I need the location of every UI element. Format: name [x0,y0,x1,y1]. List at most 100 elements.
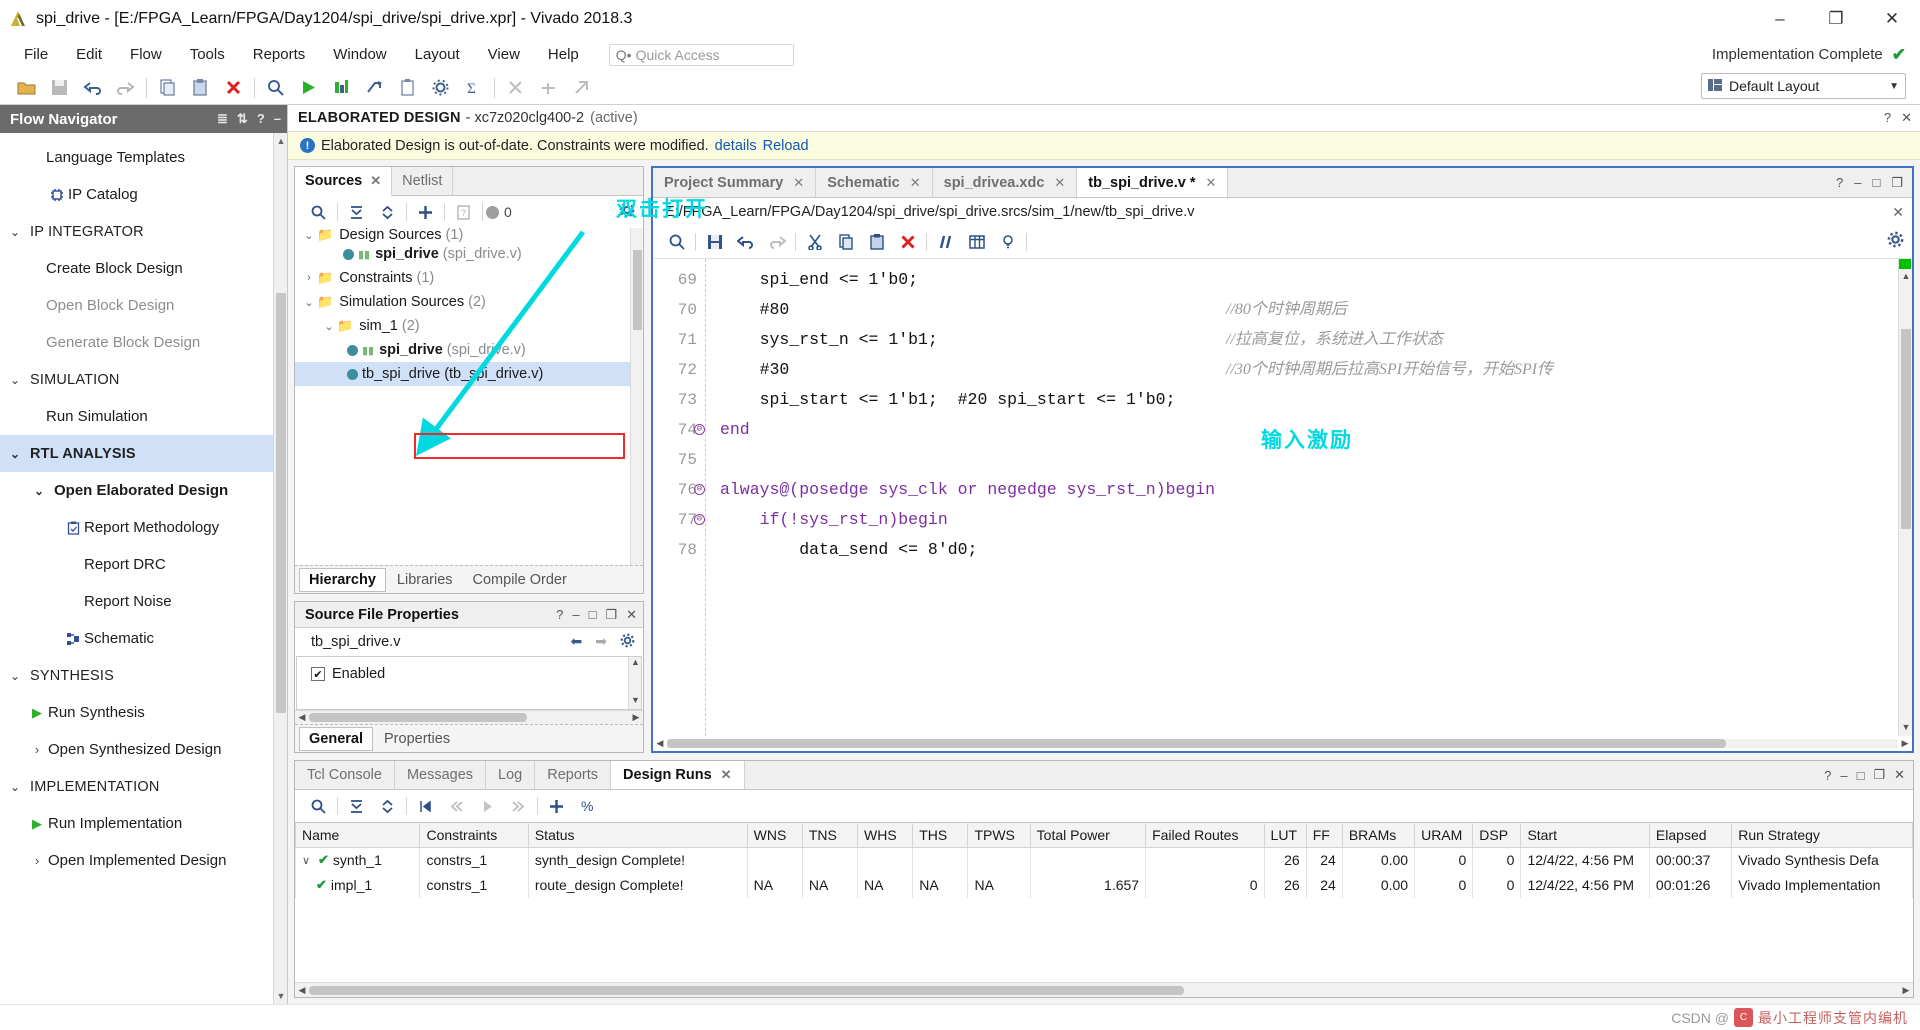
tab-design-runs[interactable]: Design Runs ✕ [611,761,745,789]
minimize-button[interactable]: – [1752,0,1808,38]
sidebar-section-rtl-analysis[interactable]: ⌄ RTL ANALYSIS [0,435,287,472]
close-icon[interactable]: ✕ [793,175,804,191]
chevron-down-icon[interactable]: ∨ [302,854,314,867]
scroll-down-icon[interactable]: ▼ [1899,722,1912,736]
sources-tree[interactable]: ⌄ 📁 Design Sources (1) ▮▮ spi_drive (spi… [295,228,643,565]
col-dsp[interactable]: DSP [1472,822,1522,848]
fold-toggle-icon[interactable]: ⊖ [694,514,705,525]
col-tpws[interactable]: TPWS [967,822,1031,848]
tab-tcl-console[interactable]: Tcl Console [295,761,395,789]
sidebar-section-implementation[interactable]: ⌄ IMPLEMENTATION [0,768,287,805]
close-icon[interactable]: ✕ [1894,767,1905,783]
scrollbar-thumb[interactable] [309,713,527,722]
menu-window[interactable]: Window [319,43,400,66]
sidebar-section-simulation[interactable]: ⌄ SIMULATION [0,361,287,398]
close-icon[interactable]: ✕ [370,173,381,189]
sidebar-item-run-synthesis[interactable]: ▶ Run Synthesis [0,694,287,731]
banner-reload-link[interactable]: Reload [763,138,809,154]
undo-icon[interactable] [76,73,109,103]
tab-project-summary[interactable]: Project Summary ✕ [653,168,817,197]
scrollbar-thumb[interactable] [276,293,286,713]
scroll-right-icon[interactable]: ▶ [1899,985,1913,996]
scroll-left-icon[interactable]: ◀ [653,738,667,749]
col-name[interactable]: Name [295,822,421,848]
copy-icon[interactable] [830,228,861,256]
close-button[interactable]: ✕ [1864,0,1920,38]
settings-icon[interactable] [424,73,457,103]
tab-netlist[interactable]: Netlist [392,167,454,195]
find-icon[interactable] [661,228,692,256]
sidebar-item-schematic[interactable]: Schematic [0,620,287,657]
redo-icon[interactable] [109,73,142,103]
clipboard-icon[interactable] [391,73,424,103]
flow-navigator-scrollbar[interactable]: ▲ ▼ [273,133,287,1004]
code-vertical-scrollbar[interactable]: ▲ ▼ [1898,259,1912,736]
scrollbar-track[interactable] [309,713,629,722]
open-project-icon[interactable] [10,73,43,103]
close-icon[interactable]: ✕ [721,767,732,783]
fold-toggle-icon[interactable]: ⊖ [694,484,705,495]
help-icon[interactable]: ? [257,111,265,127]
forward-icon[interactable]: ➡ [595,633,607,651]
close-icon[interactable]: ✕ [1054,175,1065,191]
sidebar-section-ip-integrator[interactable]: ⌄ IP INTEGRATOR [0,213,287,250]
sidebar-item-open-block-design[interactable]: Open Block Design [0,287,287,324]
tab-spi-drivea-xdc[interactable]: spi_drivea.xdc ✕ [933,168,1078,197]
sidebar-item-open-implemented-design[interactable]: › Open Implemented Design [0,842,287,879]
col-uram[interactable]: URAM [1414,822,1474,848]
gear-icon[interactable] [620,633,635,651]
search-icon[interactable] [303,792,334,820]
col-ths[interactable]: THS [912,822,969,848]
close-icon[interactable]: ✕ [910,175,921,191]
prev-icon[interactable] [441,792,472,820]
collapse-all-icon[interactable] [341,198,372,226]
tree-row-tb-spi-drive[interactable]: tb_spi_drive (tb_spi_drive.v) [295,362,643,386]
help-icon[interactable]: ? [556,607,563,623]
float-icon[interactable]: ❐ [1891,175,1903,191]
sidebar-item-generate-block-design[interactable]: Generate Block Design [0,324,287,361]
marker3-icon[interactable] [565,73,598,103]
col-start[interactable]: Start [1520,822,1650,848]
sidebar-item-open-synthesized-design[interactable]: › Open Synthesized Design [0,731,287,768]
redo-icon[interactable] [761,228,792,256]
col-failed-routes[interactable]: Failed Routes [1145,822,1265,848]
help-icon[interactable]: ? [448,198,479,226]
launch-icon[interactable] [358,73,391,103]
menu-view[interactable]: View [474,43,534,66]
minimize-icon[interactable]: – [1854,175,1861,190]
col-whs[interactable]: WHS [857,822,914,848]
col-constraints[interactable]: Constraints [419,822,529,848]
properties-horizontal-scrollbar[interactable]: ◀ ▶ [295,710,643,724]
tab-messages[interactable]: Messages [395,761,487,789]
layout-selector[interactable]: Default Layout ▼ [1701,73,1906,99]
close-icon[interactable]: ✕ [626,607,637,623]
scrollbar-thumb[interactable] [1901,329,1911,529]
menu-tools[interactable]: Tools [176,43,239,66]
run-icon[interactable] [292,73,325,103]
subtab-general[interactable]: General [299,726,373,751]
expand-all-icon[interactable] [372,198,403,226]
menu-help[interactable]: Help [534,43,593,66]
table-row[interactable]: ✔ impl_1 constrs_1 route_design Complete… [295,872,1913,898]
sidebar-item-report-drc[interactable]: Report DRC [0,546,287,583]
code-horizontal-scrollbar[interactable]: ◀ ▶ [653,736,1912,751]
marker2-icon[interactable] [532,73,565,103]
maximize-button[interactable]: ❐ [1808,0,1864,38]
scroll-right-icon[interactable]: ▶ [1898,738,1912,749]
delete-icon[interactable] [892,228,923,256]
next-icon[interactable] [503,792,534,820]
tab-sources[interactable]: Sources ✕ [295,167,393,196]
maximize-icon[interactable]: □ [589,607,597,623]
expand-icon[interactable] [372,792,403,820]
scroll-up-icon[interactable]: ▲ [629,657,642,671]
tab-tb-spi-drive-v[interactable]: tb_spi_drive.v * ✕ [1077,168,1229,197]
scrollbar-track[interactable] [667,739,1898,748]
save-icon[interactable] [43,73,76,103]
design-runs-horizontal-scrollbar[interactable]: ◀ ▶ [295,982,1913,997]
add-sources-icon[interactable] [410,198,441,226]
col-wns[interactable]: WNS [746,822,803,848]
tree-row-design-sources[interactable]: ⌄ 📁 Design Sources (1) [295,228,643,242]
delete-icon[interactable] [217,73,250,103]
tree-row-sim-spi-drive[interactable]: ▮▮ spi_drive (spi_drive.v) [295,338,643,362]
back-icon[interactable]: ⬅ [571,633,583,651]
